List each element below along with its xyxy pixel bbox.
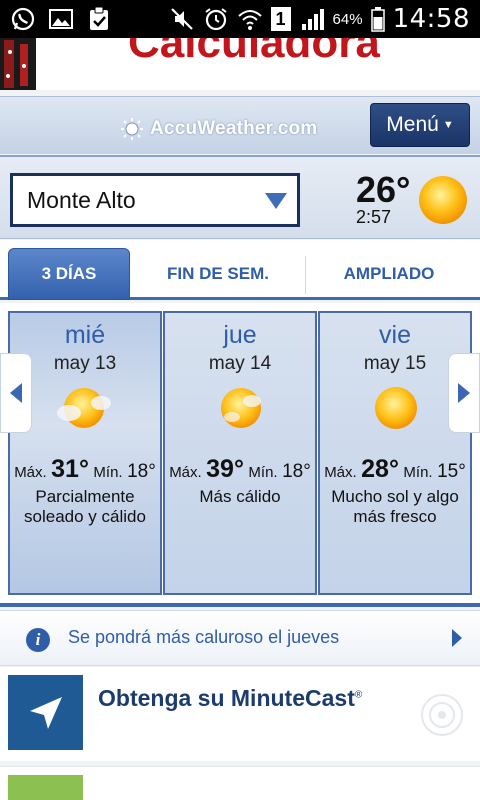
tab-fin-de-semana[interactable]: FIN DE SEM.: [140, 248, 296, 300]
forecast-panel: mié may 13 Máx. 31° Mín. 18° Parcialment…: [0, 303, 480, 607]
min-label: Mín.: [403, 464, 433, 481]
forecast-tabs: 3 DÍAS FIN DE SEM. AMPLIADO: [0, 240, 480, 300]
alert-text: Se pondrá más caluroso el jueves: [68, 627, 340, 647]
location-arrow-icon: [29, 696, 62, 729]
max-temp: 28°: [361, 455, 399, 483]
chevron-right-icon: [452, 629, 462, 647]
current-time: 2:57: [356, 207, 392, 227]
battery-icon: [370, 7, 385, 32]
max-temp: 39°: [206, 455, 244, 483]
tab-3-dias[interactable]: 3 DÍAS: [8, 248, 130, 300]
promo-tile: [8, 775, 83, 800]
notification-icons: [10, 6, 112, 32]
max-label: Máx.: [169, 464, 202, 481]
logo-text: AccuWeather.com: [150, 118, 318, 139]
ad-figure-icon: [0, 38, 36, 90]
sun-icon: [375, 387, 417, 429]
whatsapp-icon: [11, 7, 35, 31]
promo-title-text: Obtenga su MinuteCast: [98, 685, 355, 711]
min-label: Mín.: [248, 464, 278, 481]
sun-icon: [419, 176, 467, 224]
day-description: Mucho sol y algo más fresco: [331, 487, 459, 526]
temperature-range: Máx. 28° Mín. 15°: [320, 455, 470, 484]
battery-percent: 64%: [332, 10, 363, 28]
weather-alert-row[interactable]: i Se pondrá más caluroso el jueves: [0, 610, 480, 666]
partly-sunny-icon: [57, 388, 111, 428]
current-temperature: 26°: [356, 169, 411, 210]
status-time: 14:58: [392, 4, 470, 34]
gallery-icon: [49, 9, 73, 29]
day-description: Parcialmente soleado y cálido: [24, 487, 146, 526]
sim-1-icon: 1: [270, 7, 291, 31]
forecast-day-card[interactable]: vie may 15 Máx. 28° Mín. 15° Mucho sol y…: [318, 311, 472, 595]
chevron-left-icon: [10, 383, 22, 403]
info-icon: i: [26, 628, 50, 652]
day-name: mié: [64, 321, 106, 349]
max-temp: 31°: [51, 455, 89, 483]
logo-sun-icon: [121, 118, 143, 140]
accuweather-logo[interactable]: AccuWeather.com: [120, 117, 317, 141]
day-name: jue: [223, 321, 257, 349]
wifi-icon: [237, 10, 262, 30]
divider: [0, 603, 480, 607]
prev-day-button[interactable]: [0, 353, 32, 433]
location-name: Monte Alto: [27, 186, 136, 213]
location-bar: Monte Alto 26° 2:57: [0, 155, 480, 239]
ad-banner[interactable]: Calculadora: [0, 38, 480, 90]
ad-title: Calculadora: [128, 38, 380, 67]
day-date: may 13: [53, 353, 117, 374]
clipboard-check-icon: [90, 6, 108, 30]
alarm-icon: [204, 8, 227, 31]
partly-sunny-icon: [221, 388, 261, 428]
signal-icon: [301, 9, 324, 30]
minutecast-promo[interactable]: Obtenga su MinuteCast®: [0, 667, 480, 761]
temperature-range: Máx. 31° Mín. 18°: [10, 455, 160, 484]
target-icon: [421, 694, 463, 736]
next-day-button[interactable]: [448, 353, 480, 433]
dropdown-arrow-icon: [265, 193, 287, 209]
tab-ampliado[interactable]: AMPLIADO: [310, 248, 468, 300]
max-label: Máx.: [324, 464, 357, 481]
min-temp: 15°: [437, 461, 466, 482]
location-select[interactable]: Monte Alto: [10, 173, 300, 227]
caret-down-icon: ▼: [442, 119, 454, 131]
min-temp: 18°: [127, 461, 156, 482]
forecast-day-card[interactable]: jue may 14 Máx. 39° Mín. 18° Más cálido: [163, 311, 317, 595]
next-promo[interactable]: [0, 766, 480, 800]
status-bar: 1 64% 14:58: [0, 0, 480, 38]
day-name: vie: [379, 321, 411, 349]
promo-title: Obtenga su MinuteCast®: [98, 685, 362, 712]
chevron-right-icon: [458, 383, 470, 403]
menu-button[interactable]: Menú ▼: [370, 103, 470, 147]
max-label: Máx.: [14, 464, 47, 481]
temperature-range: Máx. 39° Mín. 18°: [165, 455, 315, 484]
min-label: Mín.: [93, 464, 123, 481]
menu-label: Menú: [386, 113, 439, 136]
minutecast-tile: [8, 675, 83, 750]
app-header: AccuWeather.com Menú ▼: [0, 96, 480, 154]
system-icons: 1 64% 14:58: [169, 4, 470, 34]
forecast-day-card[interactable]: mié may 13 Máx. 31° Mín. 18° Parcialment…: [8, 311, 162, 595]
day-description: Más cálido: [199, 487, 281, 506]
mute-icon: [170, 8, 193, 30]
tab-divider: [305, 256, 306, 294]
day-date: may 14: [208, 353, 272, 374]
registered-mark: ®: [354, 689, 363, 701]
min-temp: 18°: [282, 461, 311, 482]
